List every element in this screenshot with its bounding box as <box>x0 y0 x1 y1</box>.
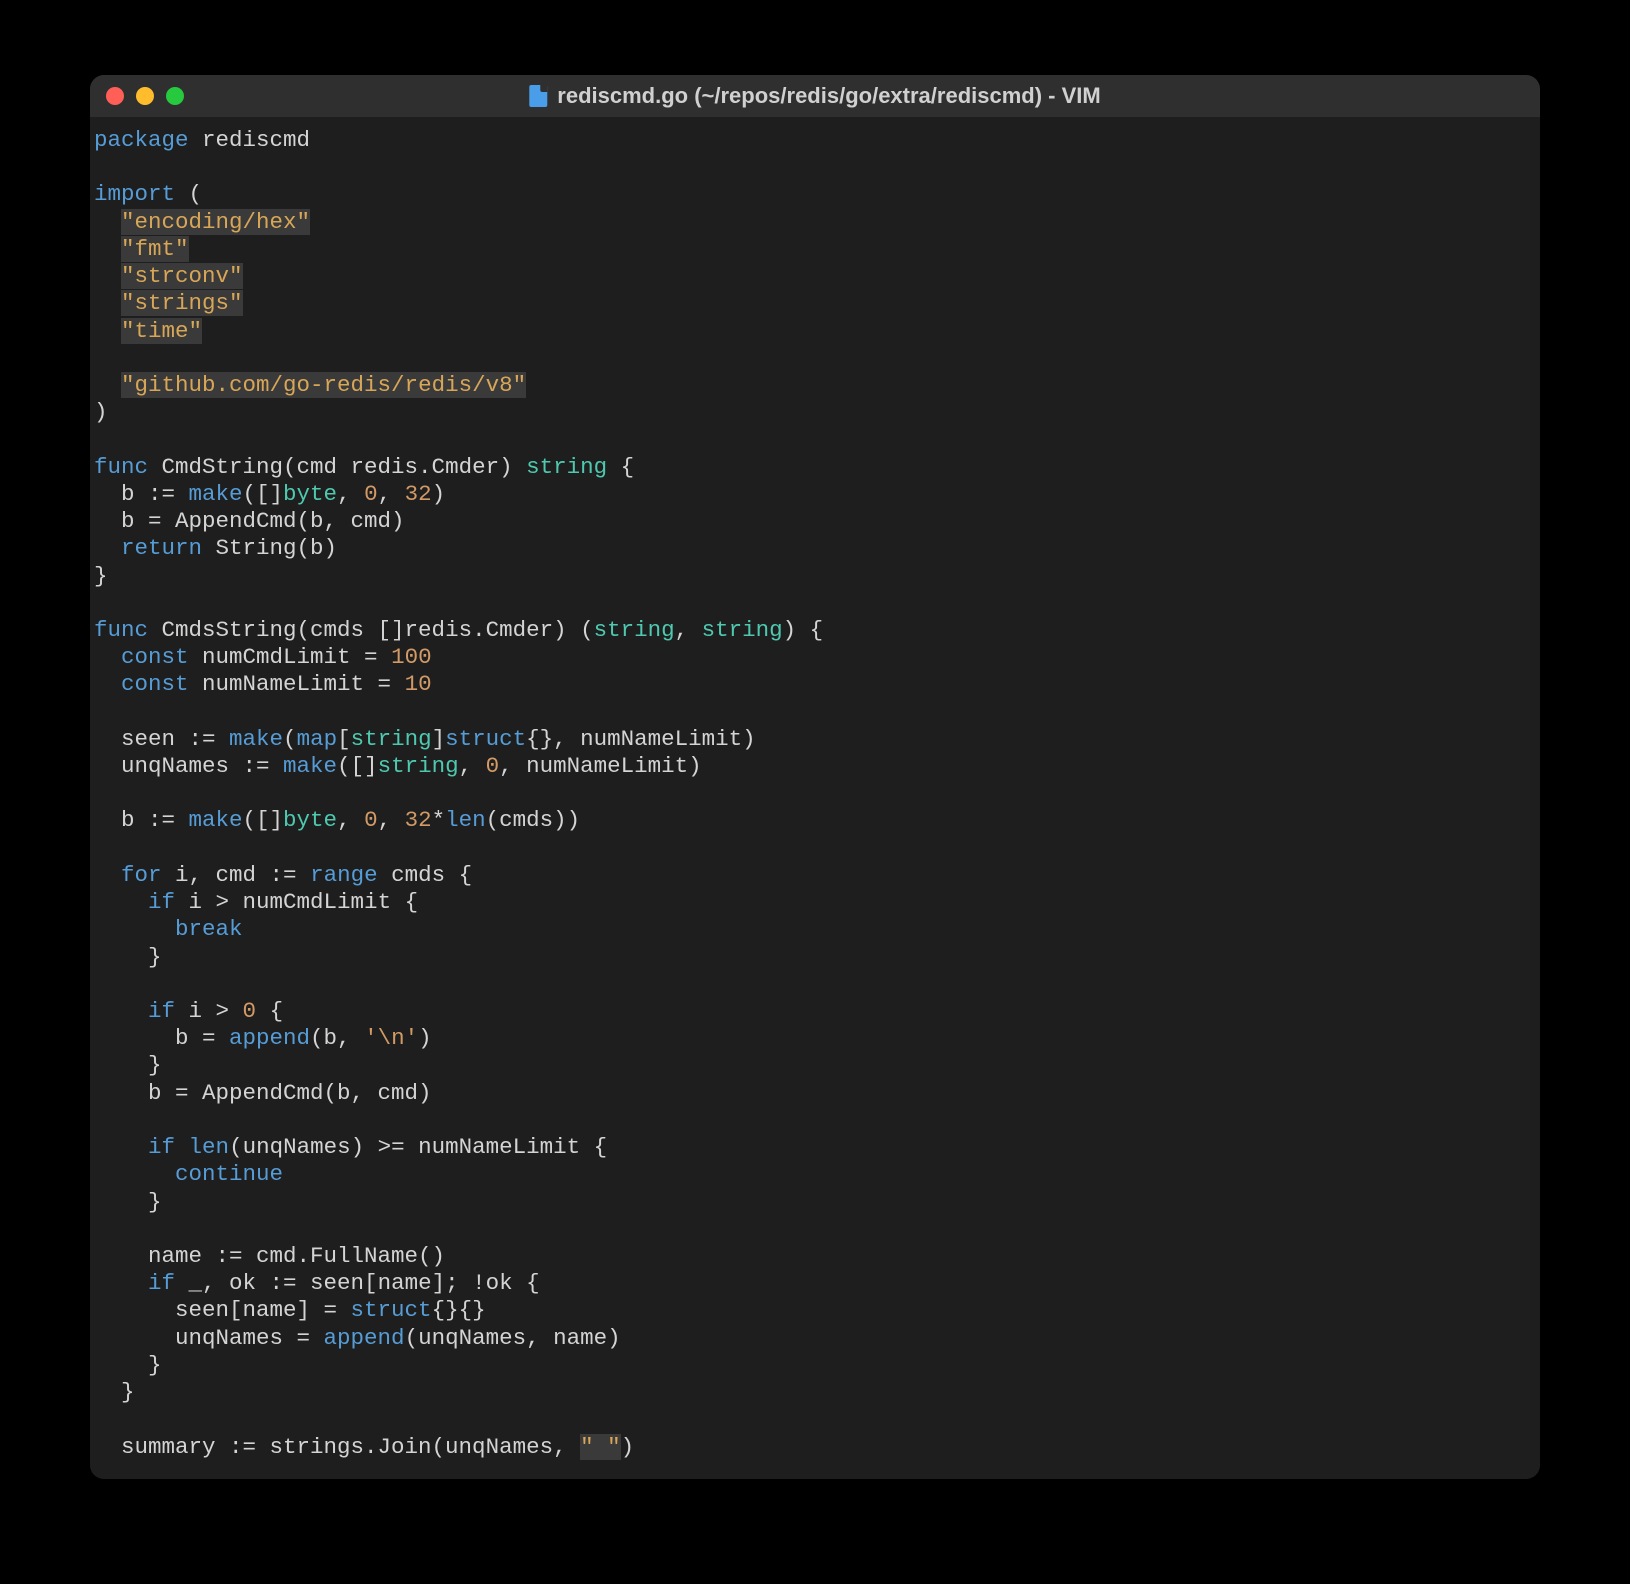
code-line: break <box>94 916 1536 943</box>
code-line: b = AppendCmd(b, cmd) <box>94 508 1536 535</box>
file-icon <box>529 85 547 107</box>
code-line: name := cmd.FullName() <box>94 1243 1536 1270</box>
traffic-lights <box>106 87 184 105</box>
window-title: rediscmd.go (~/repos/redis/go/extra/redi… <box>557 83 1100 109</box>
code-line <box>94 699 1536 726</box>
code-line: import ( <box>94 181 1536 208</box>
code-line: for i, cmd := range cmds { <box>94 862 1536 889</box>
code-line: const numCmdLimit = 100 <box>94 644 1536 671</box>
code-line: b := make([]byte, 0, 32) <box>94 481 1536 508</box>
code-line: if i > numCmdLimit { <box>94 889 1536 916</box>
code-line: package rediscmd <box>94 127 1536 154</box>
code-line: b = AppendCmd(b, cmd) <box>94 1080 1536 1107</box>
code-line: if _, ok := seen[name]; !ok { <box>94 1270 1536 1297</box>
code-line: } <box>94 1379 1536 1406</box>
code-line <box>94 590 1536 617</box>
code-line: "encoding/hex" <box>94 209 1536 236</box>
terminal-window: rediscmd.go (~/repos/redis/go/extra/redi… <box>90 75 1540 1479</box>
code-line: summary := strings.Join(unqNames, " ") <box>94 1434 1536 1461</box>
editor-viewport[interactable]: package rediscmd import ( "encoding/hex"… <box>90 117 1540 1479</box>
code-line: "time" <box>94 318 1536 345</box>
code-line <box>94 1216 1536 1243</box>
code-line: if i > 0 { <box>94 998 1536 1025</box>
code-line: seen := make(map[string]struct{}, numNam… <box>94 726 1536 753</box>
code-line <box>94 426 1536 453</box>
code-line: func CmdString(cmd redis.Cmder) string { <box>94 454 1536 481</box>
code-line <box>94 154 1536 181</box>
close-button[interactable] <box>106 87 124 105</box>
code-line <box>94 971 1536 998</box>
code-line: } <box>94 1352 1536 1379</box>
zoom-button[interactable] <box>166 87 184 105</box>
code-line: func CmdsString(cmds []redis.Cmder) (str… <box>94 617 1536 644</box>
code-line: } <box>94 1189 1536 1216</box>
code-line: unqNames = append(unqNames, name) <box>94 1325 1536 1352</box>
code-line <box>94 345 1536 372</box>
code-line: seen[name] = struct{}{} <box>94 1297 1536 1324</box>
code-line: unqNames := make([]string, 0, numNameLim… <box>94 753 1536 780</box>
code-line: const numNameLimit = 10 <box>94 671 1536 698</box>
code-line: "fmt" <box>94 236 1536 263</box>
code-line <box>94 1406 1536 1433</box>
code-line: "strings" <box>94 290 1536 317</box>
code-line <box>94 780 1536 807</box>
code-line: } <box>94 1052 1536 1079</box>
code-line <box>94 1107 1536 1134</box>
code-line: if len(unqNames) >= numNameLimit { <box>94 1134 1536 1161</box>
code-line: return String(b) <box>94 535 1536 562</box>
code-line: b := make([]byte, 0, 32*len(cmds)) <box>94 807 1536 834</box>
code-line: b = append(b, '\n') <box>94 1025 1536 1052</box>
code-line: } <box>94 563 1536 590</box>
code-line: "strconv" <box>94 263 1536 290</box>
code-line: continue <box>94 1161 1536 1188</box>
minimize-button[interactable] <box>136 87 154 105</box>
code-line: ) <box>94 399 1536 426</box>
code-line: "github.com/go-redis/redis/v8" <box>94 372 1536 399</box>
code-line <box>94 835 1536 862</box>
code-line: } <box>94 944 1536 971</box>
titlebar: rediscmd.go (~/repos/redis/go/extra/redi… <box>90 75 1540 117</box>
title-wrap: rediscmd.go (~/repos/redis/go/extra/redi… <box>529 83 1100 109</box>
